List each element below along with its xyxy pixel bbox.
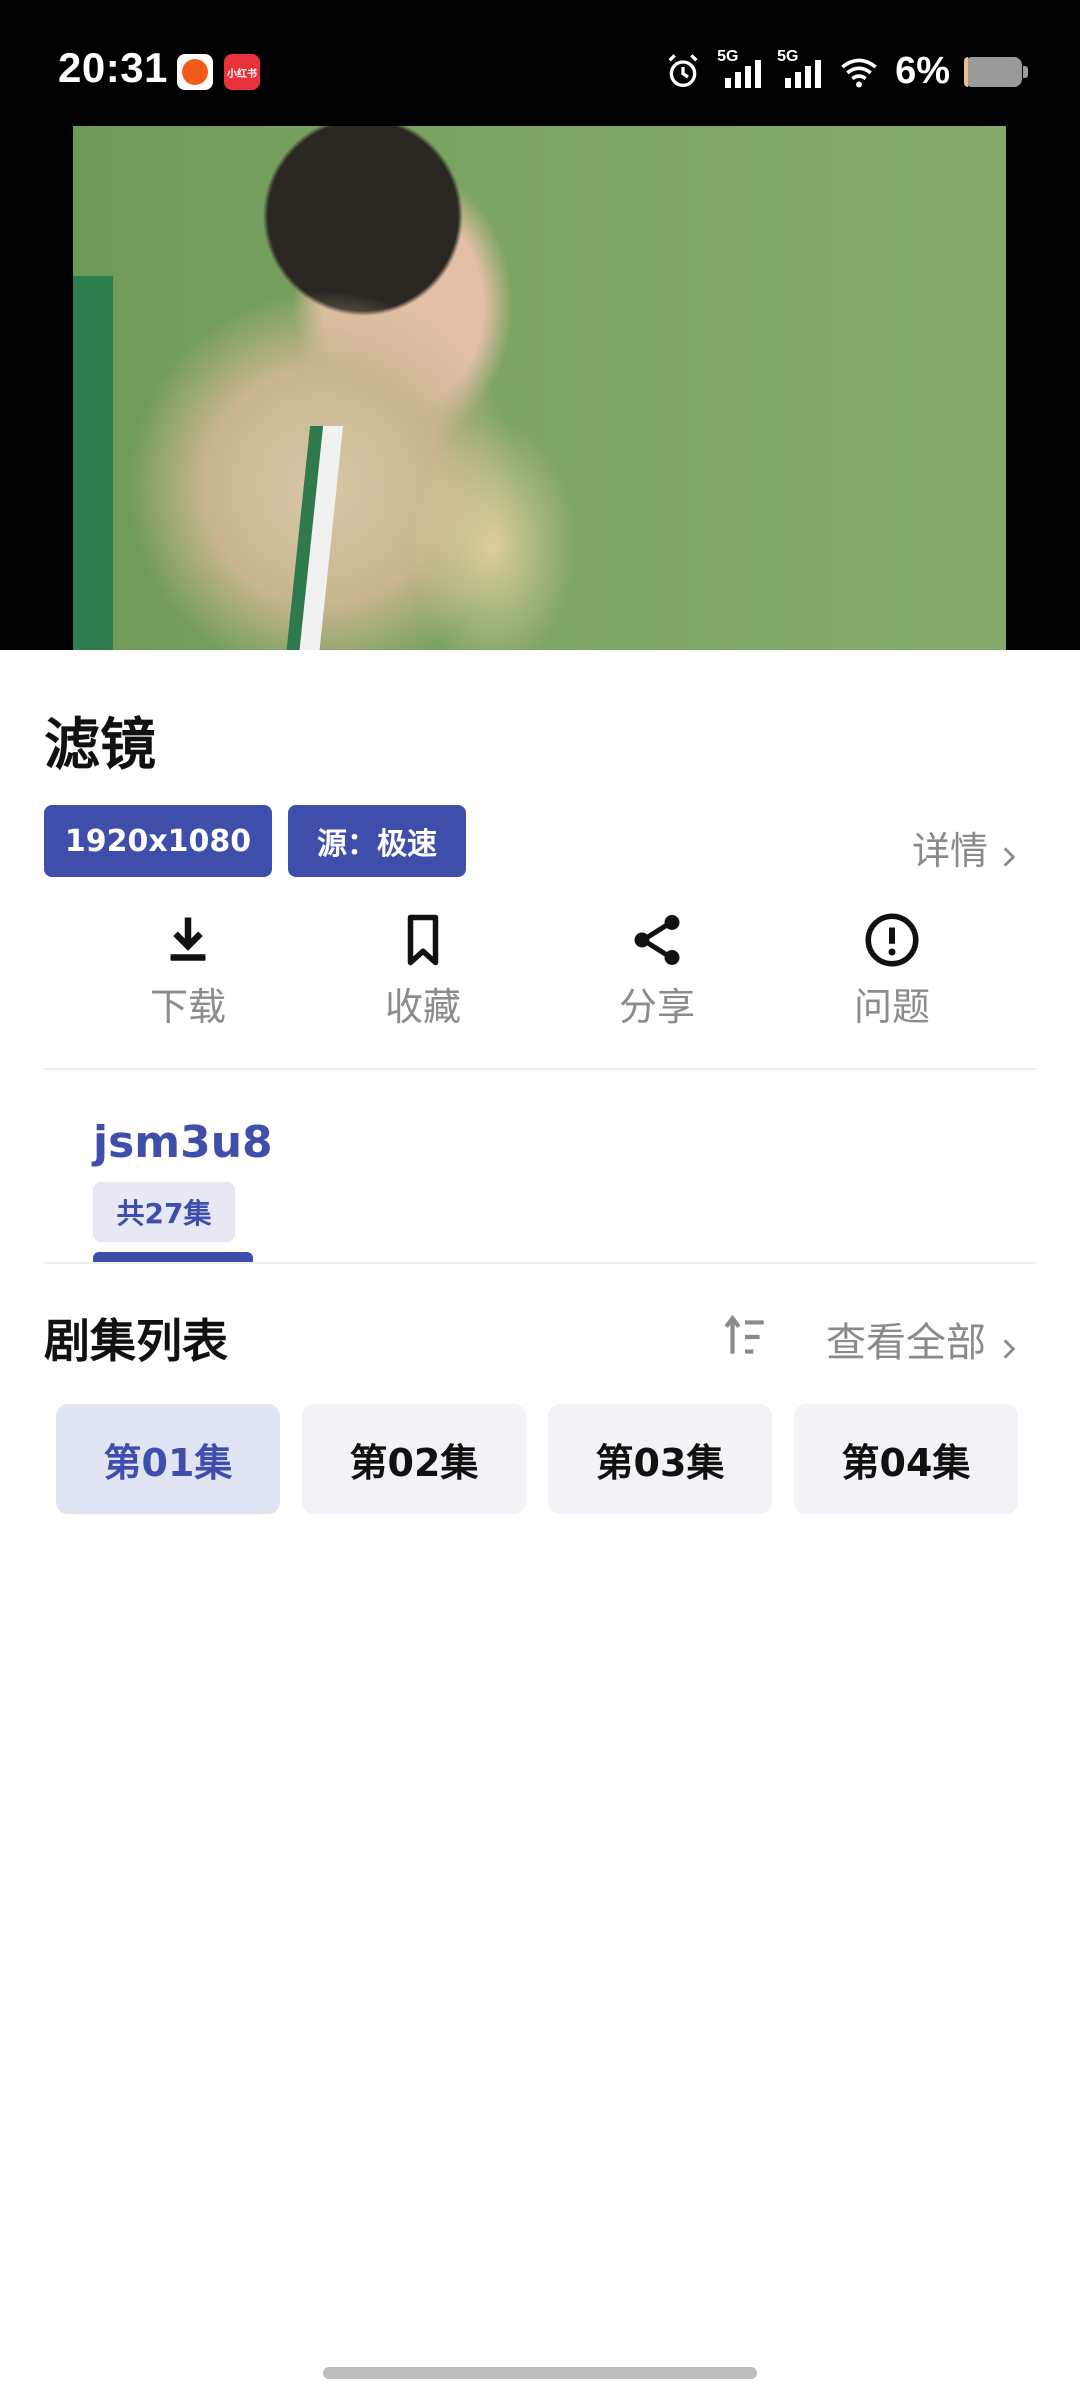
home-indicator[interactable] [323, 2367, 757, 2379]
resolution-tag: 1920x1080 [44, 805, 272, 877]
alarm-icon [668, 53, 698, 87]
download-button[interactable]: 下载 [113, 910, 263, 1031]
action-bar: 下载 收藏 分享 问题 [0, 910, 1080, 1040]
cell-signal-icon-2: 5G [777, 48, 823, 92]
battery-percent: 6% [895, 50, 950, 92]
bookmark-button[interactable]: 收藏 [348, 910, 498, 1031]
status-indicators: 5G 5G 6% [663, 48, 1028, 93]
chevron-right-icon [996, 1326, 1022, 1359]
status-bar: 20:31 小红书 5G 5G 6% [0, 0, 1080, 125]
source-tag[interactable]: 源：极速 [288, 805, 466, 877]
source-tab-name[interactable]: jsm3u8 [93, 1117, 273, 1168]
app-notification-icon [177, 54, 213, 90]
view-all-episodes-link[interactable]: 查看全部 [826, 1310, 1022, 1368]
chevron-right-icon [996, 835, 1022, 867]
download-label: 下载 [149, 985, 226, 1029]
episode-button-02[interactable]: 第02集 [302, 1404, 526, 1514]
download-icon [170, 917, 206, 961]
sort-icon[interactable] [720, 1312, 770, 1362]
divider [44, 1068, 1036, 1070]
share-label: 分享 [618, 985, 695, 1029]
episode-button-01[interactable]: 第01集 [56, 1404, 280, 1514]
bookmark-icon [407, 914, 439, 966]
share-button[interactable]: 分享 [582, 910, 732, 1031]
bookmark-label: 收藏 [384, 985, 461, 1029]
video-player[interactable] [73, 126, 1006, 650]
xiaohongshu-notification-icon: 小红书 [224, 54, 260, 90]
episode-count-chip: 共27集 [93, 1182, 235, 1242]
alert-circle-icon [865, 913, 919, 967]
report-issue-label: 问题 [853, 985, 930, 1029]
battery-icon [964, 56, 1028, 87]
source-tab-active-indicator [93, 1252, 253, 1262]
divider [44, 1262, 1036, 1264]
episode-button-03[interactable]: 第03集 [548, 1404, 772, 1514]
episode-button-04[interactable]: 第04集 [794, 1404, 1018, 1514]
cell-signal-icon-1: 5G [717, 48, 763, 92]
share-icon [634, 915, 680, 965]
detail-link-label: 详情 [911, 829, 988, 873]
video-frame-detail [73, 276, 113, 650]
view-all-label: 查看全部 [826, 1320, 986, 1366]
detail-link[interactable]: 详情 [912, 820, 1022, 875]
report-issue-button[interactable]: 问题 [817, 910, 967, 1031]
status-time: 20:31 [58, 44, 168, 91]
episode-list-header: 剧集列表 [44, 1314, 228, 1368]
video-title: 滤镜 [44, 713, 156, 778]
wifi-icon [841, 58, 877, 87]
